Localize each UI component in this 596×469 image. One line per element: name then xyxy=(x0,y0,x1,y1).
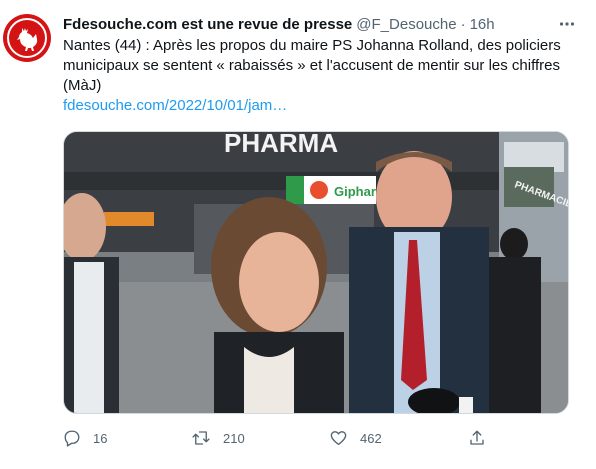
retweet-count: 210 xyxy=(223,430,245,446)
tweet-header: Fdesouche.com est une revue de presse @F… xyxy=(63,12,583,36)
timestamp[interactable]: 16h xyxy=(470,16,495,33)
like-count: 462 xyxy=(360,430,382,446)
reply-icon xyxy=(63,429,81,447)
sign-pharmacy: PHARMA xyxy=(224,132,338,158)
user-handle[interactable]: @F_Desouche xyxy=(356,16,456,33)
share-button[interactable] xyxy=(468,429,486,447)
heart-icon xyxy=(329,429,348,447)
tweet-content: Fdesouche.com est une revue de presse @F… xyxy=(63,12,583,447)
sign-brand: Giphar xyxy=(334,184,376,199)
retweet-button[interactable]: 210 xyxy=(191,429,245,447)
display-name[interactable]: Fdesouche.com est une revue de presse xyxy=(63,16,352,33)
like-button[interactable]: 462 xyxy=(329,429,382,447)
more-dots-icon[interactable] xyxy=(555,12,579,36)
media-video[interactable]: PHARMA Giphar PHARMACIE xyxy=(63,131,569,414)
reply-button[interactable]: 16 xyxy=(63,429,107,447)
share-icon xyxy=(468,429,486,447)
avatar[interactable] xyxy=(3,14,51,62)
tweet-text: Nantes (44) : Après les propos du maire … xyxy=(63,37,561,94)
tweet-actions: 16 210 462 xyxy=(63,428,503,448)
video-frame: PHARMA Giphar PHARMACIE xyxy=(64,132,568,413)
rooster-icon xyxy=(7,18,47,58)
tweet-link[interactable]: fdesouche.com/2022/10/01/jam… xyxy=(63,96,583,116)
reply-count: 16 xyxy=(93,430,108,446)
separator-dot: · xyxy=(460,15,466,33)
tweet-card[interactable]: Fdesouche.com est une revue de presse @F… xyxy=(0,0,596,469)
retweet-icon xyxy=(191,429,211,447)
